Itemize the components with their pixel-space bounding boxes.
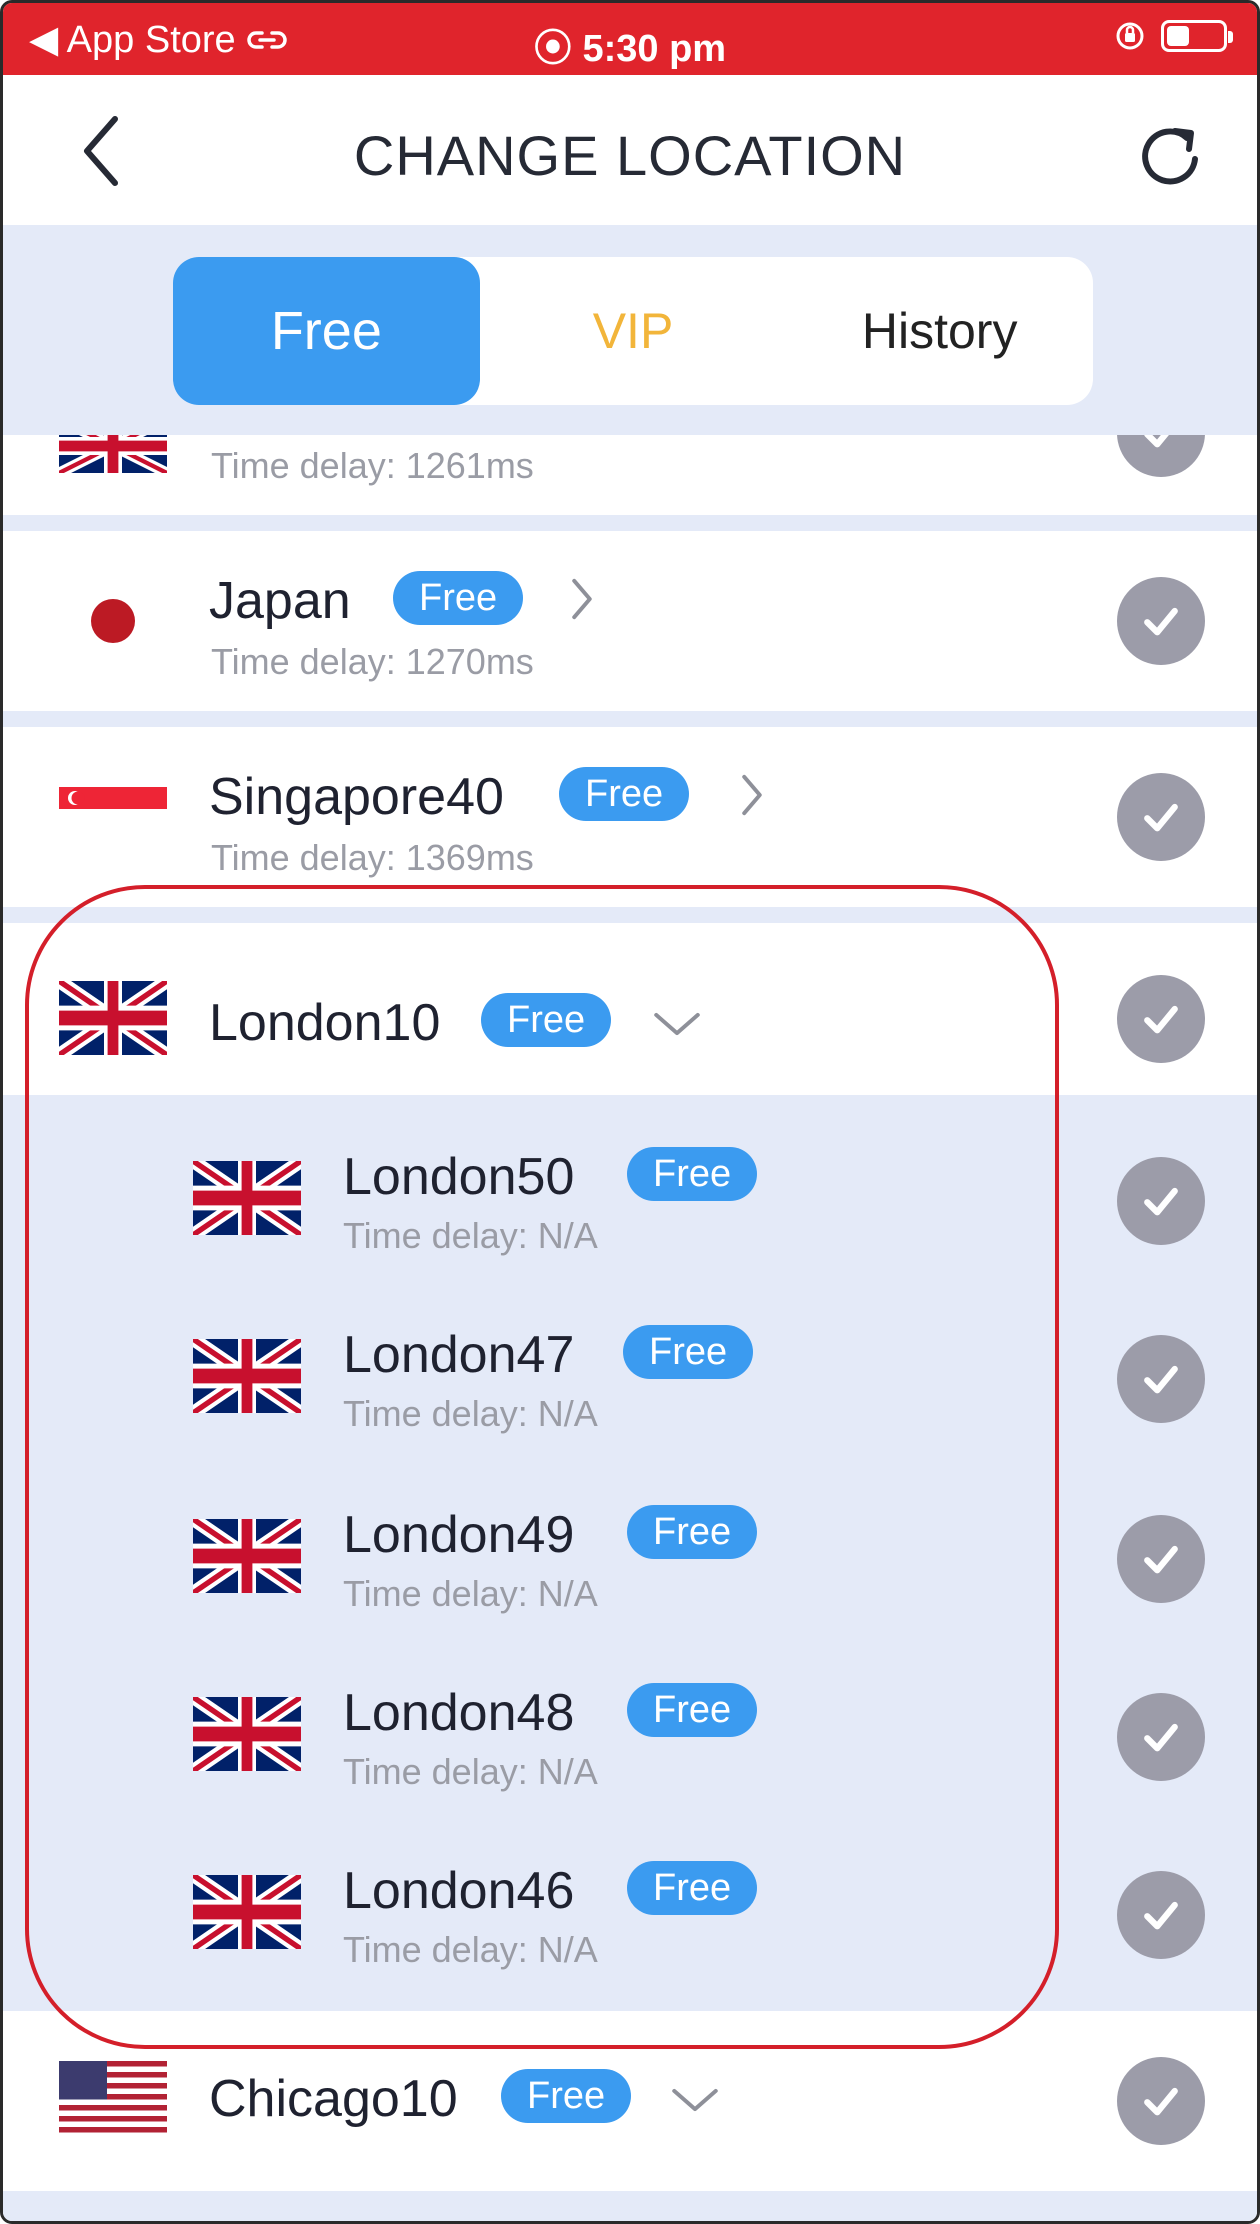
item-name: Chicago10 — [209, 2070, 458, 2128]
checkmark-icon[interactable] — [1117, 975, 1205, 1063]
tab-history[interactable]: History — [786, 257, 1093, 405]
uk-flag-icon — [193, 1697, 301, 1771]
item-name: London48 — [343, 1684, 575, 1742]
header: CHANGE LOCATION — [3, 75, 1257, 225]
item-delay: Time delay: 1270ms — [211, 641, 534, 682]
list-item-singapore40[interactable]: Singapore40 Free Time delay: 1369ms — [3, 727, 1257, 907]
item-name: Japan — [209, 572, 351, 630]
free-badge: Free — [627, 1505, 758, 1559]
tab-bar: Free VIP History — [173, 257, 1093, 405]
item-name: London49 — [343, 1506, 575, 1564]
uk-flag-icon — [59, 981, 167, 1055]
free-badge: Free — [393, 571, 524, 625]
london10-sub-list: London50 Free Time delay: N/A London47 F… — [3, 1095, 1257, 2011]
checkmark-icon[interactable] — [1117, 1335, 1205, 1423]
free-badge: Free — [623, 1325, 754, 1379]
list-item[interactable]: Time delay: 1261ms — [3, 435, 1257, 515]
japan-flag-icon — [59, 585, 167, 657]
item-delay: Time delay: N/A — [343, 1215, 598, 1256]
list-item-japan[interactable]: Japan Free Time delay: 1270ms — [3, 531, 1257, 711]
sub-list-item[interactable]: London50 Free Time delay: N/A — [3, 1095, 1257, 1275]
item-delay: Time delay: N/A — [343, 1573, 598, 1614]
item-name: London50 — [343, 1148, 575, 1206]
checkmark-icon[interactable] — [1117, 1693, 1205, 1781]
sub-list-item[interactable]: London47 Free Time delay: N/A — [3, 1275, 1257, 1455]
checkmark-icon[interactable] — [1117, 773, 1205, 861]
chevron-right-icon[interactable] — [739, 769, 765, 821]
usa-flag-icon — [59, 2061, 167, 2133]
item-delay: Time delay: N/A — [343, 1751, 598, 1792]
tabs-area: Free VIP History — [3, 225, 1257, 435]
checkmark-icon[interactable] — [1117, 2057, 1205, 2145]
uk-flag-icon — [193, 1161, 301, 1235]
free-badge: Free — [627, 1683, 758, 1737]
page-title: CHANGE LOCATION — [353, 124, 907, 187]
item-name: London10 — [209, 994, 441, 1052]
item-delay: Time delay: 1369ms — [211, 837, 534, 878]
checkmark-icon[interactable] — [1117, 1515, 1205, 1603]
app-frame: ◀ App Store ⦿ 5:30 pm CHANGE LOCATION Fr… — [0, 0, 1260, 2224]
uk-flag-icon — [193, 1519, 301, 1593]
item-delay: Time delay: N/A — [343, 1393, 598, 1434]
checkmark-icon[interactable] — [1117, 577, 1205, 665]
free-badge: Free — [627, 1861, 758, 1915]
status-time: ⦿ 5:30 pm — [533, 28, 727, 70]
refresh-button[interactable] — [1131, 117, 1211, 197]
chevron-down-icon[interactable] — [669, 2087, 721, 2113]
checkmark-icon[interactable] — [1117, 1871, 1205, 1959]
item-name: London47 — [343, 1326, 575, 1384]
list-item-chicago10[interactable]: Chicago10 Free — [3, 2011, 1257, 2191]
uk-flag-icon — [193, 1339, 301, 1413]
refresh-icon — [1142, 128, 1198, 185]
sub-list-item[interactable]: London46 Free Time delay: N/A — [3, 1815, 1257, 1995]
free-badge: Free — [481, 993, 612, 1047]
checkmark-icon[interactable] — [1117, 435, 1205, 477]
list-item-london10[interactable]: London10 Free — [3, 923, 1257, 1095]
free-badge: Free — [559, 767, 690, 821]
free-badge: Free — [501, 2069, 632, 2123]
tab-free[interactable]: Free — [173, 257, 480, 405]
item-name: London46 — [343, 1862, 575, 1920]
sub-list-item[interactable]: London48 Free Time delay: N/A — [3, 1635, 1257, 1815]
free-badge: Free — [627, 1147, 758, 1201]
tab-vip[interactable]: VIP — [480, 257, 787, 405]
status-right — [1113, 19, 1233, 53]
orientation-lock-icon — [1116, 22, 1144, 50]
checkmark-icon[interactable] — [1117, 1157, 1205, 1245]
uk-flag-icon — [59, 435, 167, 473]
uk-flag-icon — [193, 1875, 301, 1949]
sub-list-item[interactable]: London49 Free Time delay: N/A — [3, 1455, 1257, 1635]
item-delay: Time delay: 1261ms — [211, 445, 534, 486]
item-name: Singapore40 — [209, 768, 504, 826]
chevron-down-icon[interactable] — [651, 1011, 703, 1037]
item-delay: Time delay: N/A — [343, 1929, 598, 1970]
chevron-right-icon[interactable] — [569, 573, 595, 625]
status-bar: ◀ App Store ⦿ 5:30 pm — [3, 3, 1257, 75]
singapore-flag-icon — [59, 787, 167, 831]
battery-icon — [1161, 20, 1233, 52]
server-list[interactable]: Time delay: 1261ms Japan Free Time delay… — [3, 435, 1257, 2221]
